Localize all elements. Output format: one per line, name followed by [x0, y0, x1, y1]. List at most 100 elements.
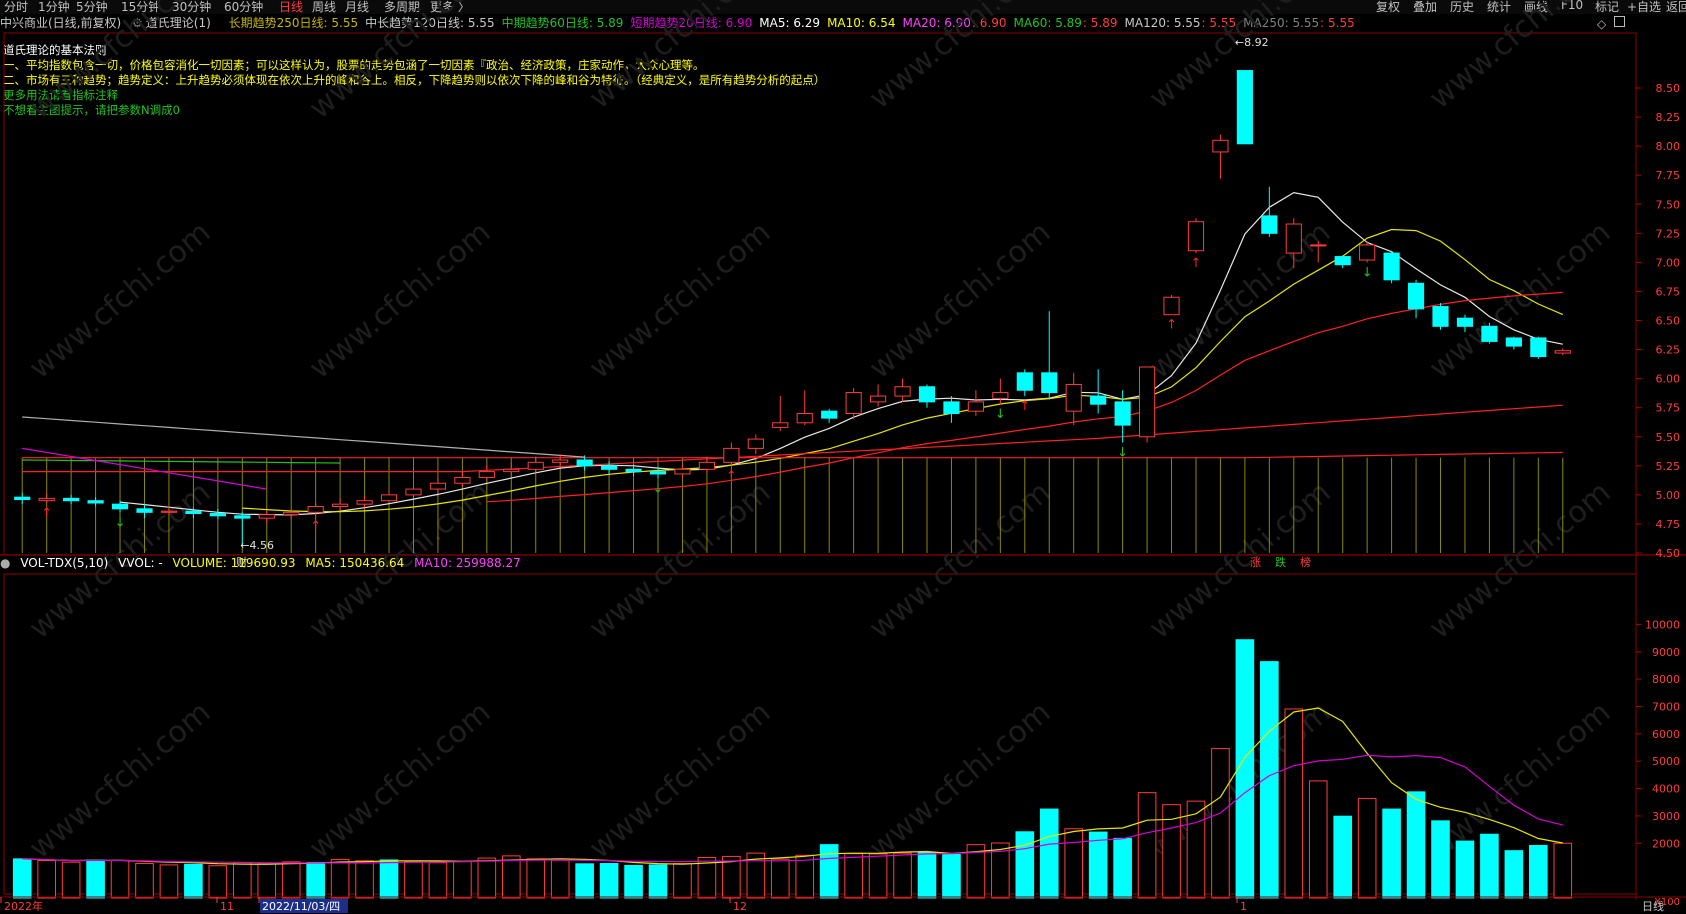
- collapse-icon[interactable]: ●: [0, 556, 10, 570]
- watermark-0: www.cfchi.com: [23, 0, 218, 126]
- date-label-0: 2022年: [4, 899, 43, 913]
- volume-tick-label: 2000: [1652, 837, 1680, 850]
- candle-down: [136, 508, 153, 513]
- price-tick-label: 8.50: [1656, 82, 1681, 95]
- volume-bar-down: [306, 861, 325, 899]
- watermark-18: www.cfchi.com: [23, 695, 218, 866]
- volume-bar-up: [722, 855, 741, 899]
- candle-up: [723, 447, 740, 463]
- diamond-icon[interactable]: ◇: [1597, 17, 1606, 31]
- volume-bar-up: [1357, 797, 1377, 899]
- price-tick-label: 4.75: [1656, 518, 1681, 531]
- price-tick-label: 7.25: [1656, 227, 1681, 240]
- watermark-17: www.cfchi.com: [1423, 475, 1618, 646]
- volume-bar-up: [404, 861, 423, 899]
- event-badge-1: 跌: [1275, 555, 1286, 569]
- candle-down: [1481, 325, 1498, 342]
- candle-up: [1212, 139, 1229, 153]
- volume-bar-down: [1235, 639, 1255, 899]
- volume-bar-down: [1455, 840, 1475, 899]
- candle-down: [1090, 395, 1107, 405]
- event-badge-0: 涨: [1250, 556, 1261, 569]
- volume-bar-down: [184, 863, 203, 899]
- volume-bar-down: [1504, 850, 1524, 899]
- volume-bar-down: [1113, 837, 1132, 899]
- sell-arrow-icon: ↓: [653, 482, 664, 497]
- candle-down: [576, 459, 593, 467]
- watermark-20: www.cfchi.com: [583, 695, 778, 866]
- volume-bar-down: [1529, 844, 1548, 899]
- expand-icon[interactable]: [1614, 16, 1625, 27]
- high-price-label: ←8.92: [1235, 36, 1269, 49]
- volume-bar-up: [673, 863, 692, 899]
- watermark-3: www.cfchi.com: [863, 0, 1058, 116]
- volume-tick-label: 4000: [1652, 783, 1680, 796]
- candle-up: [747, 438, 764, 449]
- volume-tick-label: 10000: [1645, 618, 1680, 631]
- watermark-6: www.cfchi.com: [23, 215, 218, 386]
- price-tick-label: 4.50: [1656, 547, 1681, 560]
- price-tick-label: 6.50: [1656, 315, 1681, 328]
- event-badge-2: 榜: [1300, 555, 1311, 569]
- price-tick-label: 5.00: [1656, 489, 1681, 502]
- volume-bar-up: [1284, 708, 1304, 899]
- price-tick-label: 7.75: [1656, 169, 1681, 182]
- candle-up: [454, 476, 471, 484]
- sell-arrow-icon: ↓: [995, 407, 1006, 422]
- price-tick-label: 5.50: [1656, 431, 1681, 444]
- volume-bar-up: [159, 864, 179, 899]
- candle-down: [821, 410, 838, 419]
- candle-up: [283, 511, 300, 516]
- volume-bar-up: [868, 853, 888, 899]
- candle-up: [552, 459, 569, 463]
- volume-ma5-line: [22, 707, 1563, 865]
- price-tick-label: 5.25: [1656, 460, 1681, 473]
- vvol-value: VVOL: -: [118, 556, 163, 570]
- volume-bar-down: [1382, 808, 1401, 899]
- watermark-14: www.cfchi.com: [583, 475, 778, 646]
- ma10-value: MA10: 259988.27: [414, 556, 521, 570]
- candle-down: [1505, 337, 1522, 347]
- volume-bar-up: [844, 853, 863, 899]
- candle-up: [258, 514, 275, 519]
- volume-bar-down: [917, 851, 937, 899]
- volume-bar-up: [501, 855, 521, 899]
- candle-down: [1261, 215, 1278, 234]
- candle-down: [1383, 252, 1400, 281]
- candle-up: [1359, 244, 1376, 261]
- candlestick-chart[interactable]: www.cfchi.com www.cfchi.com www.cfchi.com w…: [0, 0, 1686, 914]
- volume-bar-down: [648, 864, 668, 899]
- volume-tick-label: 7000: [1652, 700, 1680, 713]
- candle-down: [1432, 306, 1449, 327]
- volume-bar-up: [281, 861, 301, 899]
- watermark-9: www.cfchi.com: [863, 215, 1058, 386]
- watermark-15: www.cfchi.com: [863, 475, 1058, 646]
- candle-down: [1041, 372, 1058, 394]
- candle-up: [160, 510, 178, 513]
- candle-down: [63, 497, 80, 502]
- candle-down: [1456, 317, 1474, 327]
- watermark-5: www.cfchi.com: [1423, 0, 1618, 116]
- candle-up: [1285, 223, 1302, 254]
- candle-up: [1554, 350, 1571, 354]
- candle-up: [1065, 383, 1082, 412]
- candle-up: [796, 413, 813, 424]
- candle-up: [870, 395, 887, 403]
- volume-bar-up: [61, 861, 81, 899]
- vol-title[interactable]: VOL-TDX(5,10): [20, 556, 108, 570]
- volume-bar-up: [110, 859, 130, 899]
- volume-bar-down: [819, 844, 839, 899]
- volume-bar-down: [575, 863, 594, 899]
- candle-up: [38, 497, 55, 502]
- candle-up: [405, 488, 422, 496]
- ma5-value: MA5: 150436.64: [305, 556, 405, 570]
- candle-up: [698, 461, 715, 470]
- price-tick-label: 7.50: [1656, 198, 1681, 211]
- volume-bar-up: [330, 858, 350, 899]
- volume-tick-label: 8000: [1652, 673, 1680, 686]
- candle-up: [380, 494, 398, 502]
- volume-bar-up: [453, 861, 472, 899]
- volume-bar-up: [37, 860, 56, 899]
- candle-up: [356, 500, 373, 505]
- candle-down: [601, 465, 618, 470]
